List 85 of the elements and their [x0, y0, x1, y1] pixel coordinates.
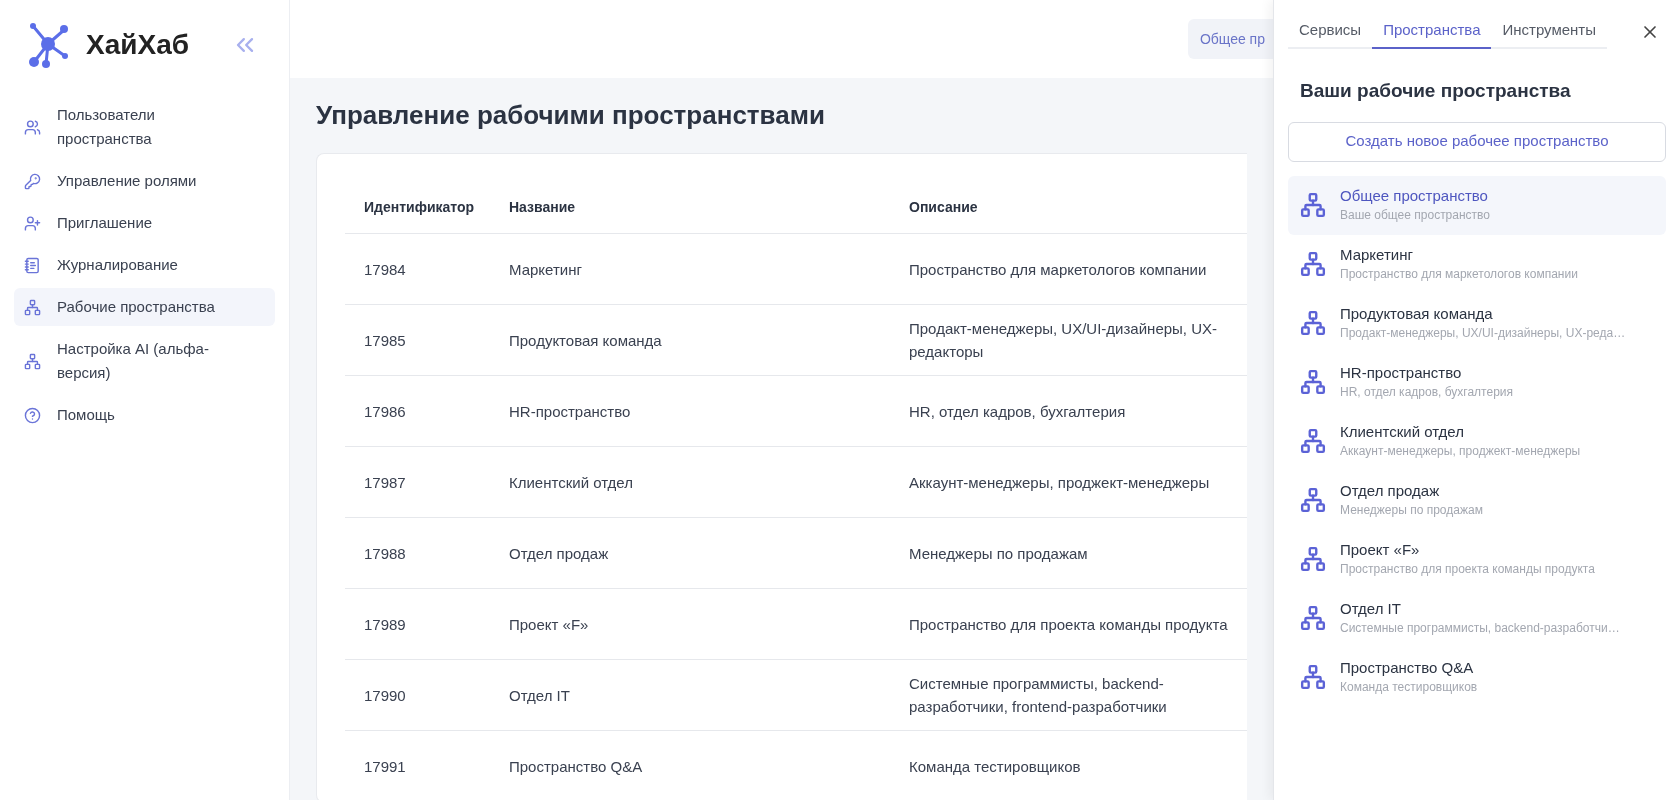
create-workspace-button[interactable]: Создать новое рабочее пространство [1288, 121, 1666, 162]
workspace-description: Ваше общее пространство [1340, 207, 1490, 224]
table-cell-text: 17991 [363, 756, 407, 777]
hierarchy-icon [1300, 369, 1326, 395]
column-header: Название [509, 198, 577, 217]
help-icon [24, 406, 41, 424]
sidebar-item[interactable]: Помощь [14, 396, 275, 434]
table-cell-text: HR, отдел кадров, бухгалтерия [909, 401, 1127, 422]
hierarchy-icon [1300, 428, 1326, 454]
users-icon [24, 118, 41, 136]
table-cell-text: Маркетинг [509, 259, 583, 280]
table-cell-text: 17989 [363, 614, 407, 635]
workspace-item[interactable]: Продуктовая команда Продакт-менеджеры, UX/UI-дизайнеры, UX-реда… [1288, 293, 1666, 353]
page-title: Управление рабочими пространствами [316, 99, 826, 132]
workspace-item[interactable]: HR-пространство HR, отдел кадров, бухгалтерия [1288, 352, 1666, 412]
sidebar-item[interactable]: Приглашение [14, 204, 275, 242]
table-cell-text: Продуктовая команда [509, 330, 663, 351]
panel-tab[interactable]: Сервисы [1288, 14, 1373, 49]
hierarchy-icon [24, 352, 41, 370]
workspace-name: Общее пространство [1340, 186, 1489, 206]
workspace-item[interactable]: Отдел IT Системные программисты, backend-разработчи… [1288, 588, 1666, 648]
workspace-description: HR, отдел кадров, бухгалтерия [1340, 384, 1513, 401]
hierarchy-icon [1300, 605, 1326, 631]
table-cell-text: 17987 [363, 472, 407, 493]
workspace-name: Пространство Q&A [1340, 658, 1475, 678]
table-cell-text: Менеджеры по продажам [909, 543, 1089, 564]
workspace-item[interactable]: Отдел продаж Менеджеры по продажам [1288, 470, 1666, 530]
column-header: Описание [909, 198, 979, 217]
workspace-name: Продуктовая команда [1340, 304, 1494, 324]
key-icon [24, 172, 41, 190]
workspace-description: Пространство для маркетологов компании [1340, 266, 1578, 283]
workspace-description: Менеджеры по продажам [1340, 502, 1483, 519]
table-cell-text: 17986 [363, 401, 407, 422]
panel-tab[interactable]: Пространства [1372, 14, 1492, 49]
table-cell-text: Пространство Q&A [509, 756, 644, 777]
workspace-description: Команда тестировщиков [1340, 679, 1478, 696]
table-cell-text: Отдел IT [509, 685, 571, 706]
workspace-description: Аккаунт-менеджеры, проджект-менеджеры [1340, 443, 1581, 460]
table-cell-text: 17988 [363, 543, 407, 564]
hierarchy-icon [1300, 251, 1326, 277]
panel-heading: Ваши рабочие пространства [1300, 79, 1572, 103]
workspace-name: Отдел IT [1340, 599, 1402, 619]
workspace-name: Отдел продаж [1340, 481, 1441, 501]
workspace-item[interactable]: Проект «F» Пространство для проекта команды продукта [1288, 529, 1666, 589]
table-cell-text: Аккаунт-менеджеры, проджект-менеджеры [909, 472, 1211, 493]
workspace-item[interactable]: Маркетинг Пространство для маркетологов компании [1288, 234, 1666, 294]
table-cell-text: 17985 [363, 330, 407, 351]
workspace-item[interactable]: Пространство Q&A Команда тестировщиков [1288, 647, 1666, 707]
logo-text: ХайХаб [86, 28, 189, 62]
hierarchy-icon [1300, 487, 1326, 513]
workspace-name: HR-пространство [1340, 363, 1463, 383]
column-header: Идентификатор [363, 198, 476, 217]
sidebar-item[interactable]: Рабочие пространства [14, 288, 275, 326]
workspace-description: Системные программисты, backend-разработчи… [1340, 620, 1620, 637]
workspace-description: Пространство для проекта команды продукта [1340, 561, 1595, 578]
table-cell-text: Пространство для проекта команды продукта [909, 614, 1229, 635]
sidebar-item[interactable]: Пользователи пространства [14, 96, 275, 158]
sidebar-item[interactable]: Управление ролями [14, 162, 275, 200]
workspace-button[interactable]: Общее пр [1187, 19, 1273, 59]
hierarchy-icon [1300, 664, 1326, 690]
table-cell-text: Продакт-менеджеры, UX/UI-дизайнеры, UX-редакторы [909, 319, 1218, 362]
table-cell-text: 17984 [363, 259, 407, 280]
panel-tab[interactable]: Инструменты [1491, 14, 1607, 49]
workspace-item[interactable]: Клиентский отдел Аккаунт-менеджеры, проджект-менеджеры [1288, 411, 1666, 471]
workspace-name: Клиентский отдел [1340, 422, 1465, 442]
table-cell-text: Клиентский отдел [509, 472, 634, 493]
table-cell-text: 17990 [363, 685, 407, 706]
table-cell-text: Проект «F» [509, 614, 590, 635]
notebook-icon [24, 256, 41, 274]
table-cell-text: Пространство для маркетологов компании [909, 259, 1208, 280]
table-cell-text: Отдел продаж [509, 543, 610, 564]
table-cell-text: Системные программисты, backend-разработчики, frontend-разработчики [909, 674, 1168, 717]
table-cell-text: HR-пространство [509, 401, 632, 422]
workspace-name: Проект «F» [1340, 540, 1421, 560]
hierarchy-icon [24, 298, 41, 316]
hierarchy-icon [1300, 310, 1326, 336]
hierarchy-icon [1300, 192, 1326, 218]
user-plus-icon [24, 214, 41, 232]
sidebar-item[interactable]: Настройка AI (альфа-версия) [14, 330, 275, 392]
hierarchy-icon [1300, 546, 1326, 572]
sidebar-item[interactable]: Журналирование [14, 246, 275, 284]
workspace-item[interactable]: Общее пространство Ваше общее пространство [1288, 175, 1666, 235]
workspace-name: Маркетинг [1340, 245, 1414, 265]
table-cell-text: Команда тестировщиков [909, 756, 1082, 777]
workspace-description: Продакт-менеджеры, UX/UI-дизайнеры, UX-реда… [1340, 325, 1626, 342]
